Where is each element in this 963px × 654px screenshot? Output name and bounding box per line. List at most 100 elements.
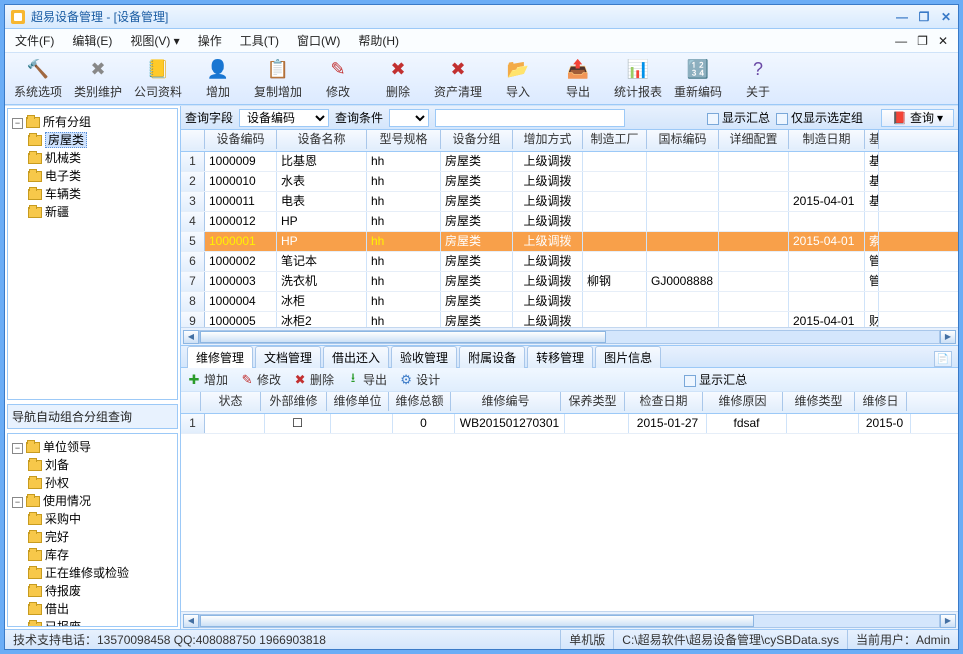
maximize-button[interactable]: ❐ (918, 11, 930, 23)
col-header[interactable]: 维修编号 (451, 392, 561, 411)
sub-design-button[interactable]: ⚙设计 (399, 371, 440, 388)
tree-item[interactable]: 房屋类 (45, 132, 87, 148)
col-header[interactable]: 维修类型 (783, 392, 855, 411)
scroll-thumb[interactable] (200, 615, 754, 627)
col-header[interactable]: 制造工厂 (583, 130, 647, 149)
scroll-left-button[interactable]: ◀ (183, 614, 199, 628)
scroll-thumb[interactable] (200, 331, 606, 343)
sub-add-button[interactable]: ✚增加 (187, 371, 228, 388)
table-row[interactable]: 21000010水表hh房屋类上级调拨基 (181, 172, 958, 192)
tree-item[interactable]: 采购中 (45, 512, 81, 526)
grid2-hscroll[interactable]: ◀ ▶ (181, 611, 958, 629)
sub-export-button[interactable]: ⭳导出 (346, 371, 387, 388)
tree-item[interactable]: 电子类 (45, 169, 81, 183)
col-header[interactable]: 设备编码 (205, 130, 277, 149)
about-button[interactable]: ?关于 (733, 55, 783, 103)
stats-button[interactable]: 📊统计报表 (613, 55, 663, 103)
system-options-button[interactable]: 🔨系统选项 (13, 55, 63, 103)
table-row[interactable]: 1☐0WB2015012703012015-01-27fdsaf2015-0 (181, 414, 958, 434)
tree-item[interactable]: 借出 (45, 602, 69, 616)
col-header[interactable]: 维修日 (855, 392, 907, 411)
tree-item[interactable]: 已报废 (45, 620, 81, 627)
tree-item[interactable]: 刘备 (45, 458, 69, 472)
col-header[interactable]: 详细配置 (719, 130, 789, 149)
minimize-button[interactable]: — (896, 11, 908, 23)
menu-file[interactable]: 文件(F) (15, 32, 54, 49)
col-header[interactable]: 设备分组 (441, 130, 513, 149)
menu-view[interactable]: 视图(V) ▾ (130, 32, 179, 49)
notes-button[interactable]: 📄 (934, 351, 952, 367)
asset-clean-button[interactable]: ✖资产清理 (433, 55, 483, 103)
mdi-restore-button[interactable]: ❐ (917, 34, 928, 48)
table-row[interactable]: 81000004冰柜hh房屋类上级调拨 (181, 292, 958, 312)
grid-hscroll[interactable]: ◀ ▶ (181, 327, 958, 345)
tree-item[interactable]: 待报废 (45, 584, 81, 598)
query-button[interactable]: 📕 查询 ▾ (881, 109, 954, 127)
tree-item[interactable]: 正在维修或检验 (45, 566, 129, 580)
col-header[interactable]: 维修总额 (389, 392, 451, 411)
tree-node[interactable]: 使用情况 (43, 494, 91, 508)
col-header[interactable]: 检查日期 (625, 392, 703, 411)
table-row[interactable]: 51000001HPhh房屋类上级调拨2015-04-01索 (181, 232, 958, 252)
table-row[interactable]: 31000011电表hh房屋类上级调拨2015-04-01基 (181, 192, 958, 212)
col-header[interactable]: 国标编码 (647, 130, 719, 149)
tree-item[interactable]: 机械类 (45, 151, 81, 165)
export-button[interactable]: 📤导出 (553, 55, 603, 103)
menu-tools[interactable]: 工具(T) (240, 32, 279, 49)
table-row[interactable]: 11000009比基恩hh房屋类上级调拨基 (181, 152, 958, 172)
col-header[interactable]: 制造日期 (789, 130, 865, 149)
col-header[interactable]: 保养类型 (561, 392, 625, 411)
col-header[interactable]: 增加方式 (513, 130, 583, 149)
edit-button[interactable]: ✎修改 (313, 55, 363, 103)
tree-node[interactable]: 单位领导 (43, 440, 91, 454)
tab-2[interactable]: 借出还入 (323, 346, 389, 368)
company-info-button[interactable]: 📒公司资料 (133, 55, 183, 103)
tree-item[interactable]: 库存 (45, 548, 69, 562)
sub-delete-button[interactable]: ✖删除 (293, 371, 334, 388)
table-row[interactable]: 91000005冰柜2hh房屋类上级调拨2015-04-01财 (181, 312, 958, 327)
col-header[interactable]: 维修原因 (703, 392, 783, 411)
scroll-right-button[interactable]: ▶ (940, 614, 956, 628)
tree-item[interactable]: 新疆 (45, 205, 69, 219)
col-header[interactable]: 状态 (201, 392, 261, 411)
tab-5[interactable]: 转移管理 (527, 346, 593, 368)
scroll-right-button[interactable]: ▶ (940, 330, 956, 344)
menu-window[interactable]: 窗口(W) (297, 32, 340, 49)
collapse-icon[interactable]: − (12, 497, 23, 508)
nav-tree[interactable]: −单位领导刘备孙权−使用情况采购中完好库存正在维修或检验待报废借出已报废 (7, 433, 178, 627)
maintenance-grid[interactable]: 状态外部维修维修单位维修总额维修编号保养类型检查日期维修原因维修类型维修日 1☐… (181, 392, 958, 629)
col-header[interactable]: 型号规格 (367, 130, 441, 149)
menu-op[interactable]: 操作 (198, 32, 222, 49)
equipment-grid[interactable]: 设备编码设备名称型号规格设备分组增加方式制造工厂国标编码详细配置制造日期基 11… (181, 130, 958, 346)
tree-item[interactable]: 车辆类 (45, 187, 81, 201)
import-button[interactable]: 📂导入 (493, 55, 543, 103)
tree-root[interactable]: 所有分组 (43, 115, 91, 129)
sub-edit-button[interactable]: ✎修改 (240, 371, 281, 388)
col-header[interactable]: 基 (865, 130, 879, 149)
add-button[interactable]: 👤增加 (193, 55, 243, 103)
delete-button[interactable]: ✖删除 (373, 55, 423, 103)
tab-1[interactable]: 文档管理 (255, 346, 321, 368)
col-header[interactable]: 设备名称 (277, 130, 367, 149)
tree-item[interactable]: 完好 (45, 530, 69, 544)
show-selected-checkbox[interactable]: 仅显示选定组 (776, 109, 863, 126)
col-header[interactable]: 外部维修 (261, 392, 327, 411)
tab-4[interactable]: 附属设备 (459, 346, 525, 368)
table-row[interactable]: 71000003洗衣机hh房屋类上级调拨柳钢GJ0008888管 (181, 272, 958, 292)
query-value-input[interactable] (435, 109, 625, 127)
table-row[interactable]: 61000002笔记本hh房屋类上级调拨管 (181, 252, 958, 272)
table-row[interactable]: 41000012HPhh房屋类上级调拨 (181, 212, 958, 232)
tab-0[interactable]: 维修管理 (187, 346, 253, 368)
tab-6[interactable]: 图片信息 (595, 346, 661, 368)
sub-summary-checkbox[interactable]: 显示汇总 (684, 371, 747, 388)
menu-help[interactable]: 帮助(H) (358, 32, 399, 49)
renumber-button[interactable]: 🔢重新编码 (673, 55, 723, 103)
tab-3[interactable]: 验收管理 (391, 346, 457, 368)
scroll-left-button[interactable]: ◀ (183, 330, 199, 344)
col-header[interactable]: 维修单位 (327, 392, 389, 411)
copy-add-button[interactable]: 📋复制增加 (253, 55, 303, 103)
query-cond-select[interactable] (389, 109, 429, 127)
mdi-minimize-button[interactable]: — (895, 34, 907, 48)
tree-item[interactable]: 孙权 (45, 476, 69, 490)
menu-edit[interactable]: 编辑(E) (72, 32, 112, 49)
